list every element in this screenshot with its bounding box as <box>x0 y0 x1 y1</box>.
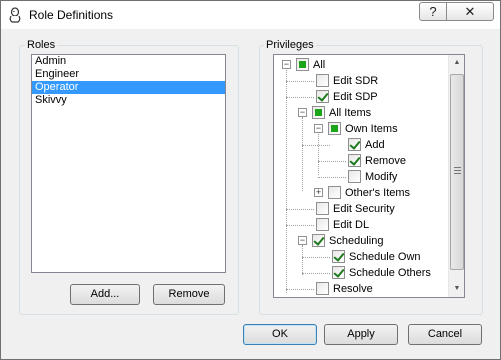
checkbox-scheduling[interactable] <box>312 234 325 247</box>
checkbox-resolve[interactable] <box>316 282 329 295</box>
checkbox-edit-sdr[interactable] <box>316 74 329 87</box>
grip-line <box>454 167 461 168</box>
tree-node-remove[interactable]: Remove <box>274 153 449 169</box>
role-item-label: Skivvy <box>35 94 67 106</box>
checkbox-edit-sdp[interactable] <box>316 90 329 103</box>
tree-node-label: Schedule Own <box>349 251 421 263</box>
tree-node-resolve[interactable]: Resolve <box>274 281 449 297</box>
tree-node-label: Other's Items <box>345 187 411 199</box>
tree-node-others-items[interactable]: + Other's Items <box>274 185 449 201</box>
tree-node-edit-sdp[interactable]: Edit SDP <box>274 89 449 105</box>
tree-node-own-items[interactable]: − Own Items <box>274 121 449 137</box>
tree-node-label: Edit Security <box>333 203 395 215</box>
collapse-icon[interactable]: − <box>314 124 323 133</box>
checkbox-modify[interactable] <box>348 170 361 183</box>
tree-node-schedule-others[interactable]: Schedule Others <box>274 265 449 281</box>
tree-node-label: Own Items <box>345 123 398 135</box>
tree-vertical-scrollbar[interactable]: ▲ ▼ <box>448 55 464 297</box>
collapse-icon[interactable]: − <box>298 236 307 245</box>
scroll-thumb[interactable] <box>450 74 464 270</box>
role-item-operator[interactable]: Operator <box>32 81 225 94</box>
privileges-tree[interactable]: − All Edit SDR Edit SDP − All Items − Ow… <box>273 54 465 298</box>
tree-node-modify[interactable]: Modify <box>274 169 449 185</box>
cancel-button[interactable]: Cancel <box>408 324 482 345</box>
checkbox-remove[interactable] <box>348 154 361 167</box>
window-title: Role Definitions <box>29 8 114 22</box>
tree-node-all[interactable]: − All <box>274 57 449 73</box>
tree-node-label: Edit DL <box>333 219 370 231</box>
grip-line <box>454 170 461 171</box>
tree-node-scheduling[interactable]: − Scheduling <box>274 233 449 249</box>
checkbox-others-items[interactable] <box>328 186 341 199</box>
tree-node-label: Schedule Others <box>349 267 431 279</box>
tree-node-label: Add <box>365 139 385 151</box>
tree-node-label: Resolve <box>333 283 373 295</box>
checkbox-schedule-own[interactable] <box>332 250 345 263</box>
tree-node-edit-sdr[interactable]: Edit SDR <box>274 73 449 89</box>
tree-node-label: Remove <box>365 155 406 167</box>
close-icon: ✕ <box>464 4 476 19</box>
tree-node-label: Scheduling <box>329 235 384 247</box>
tree-node-label: Edit SDP <box>333 91 378 103</box>
checkbox-schedule-others[interactable] <box>332 266 345 279</box>
tree-node-add[interactable]: Add <box>274 137 449 153</box>
add-role-button[interactable]: Add... <box>70 284 140 305</box>
role-item-label: Engineer <box>35 68 80 80</box>
expand-icon[interactable]: + <box>314 188 323 197</box>
tree-node-label: All <box>313 59 326 71</box>
remove-role-button[interactable]: Remove <box>153 284 225 305</box>
checkbox-all-items[interactable] <box>312 106 325 119</box>
tree-node-edit-security[interactable]: Edit Security <box>274 201 449 217</box>
privileges-group-label: Privileges <box>264 39 316 51</box>
grip-line <box>454 173 461 174</box>
ok-button[interactable]: OK <box>243 324 317 345</box>
tree-node-all-items[interactable]: − All Items <box>274 105 449 121</box>
scroll-down-icon[interactable]: ▼ <box>449 281 465 297</box>
checkbox-edit-dl[interactable] <box>316 218 329 231</box>
roles-group-label: Roles <box>25 39 58 51</box>
checkbox-add[interactable] <box>348 138 361 151</box>
role-item-admin[interactable]: Admin <box>32 55 225 68</box>
collapse-icon[interactable]: − <box>298 108 307 117</box>
title-bar: Role Definitions ? ✕ <box>1 1 500 29</box>
tree-node-label: All Items <box>329 107 372 119</box>
tree-node-label: Modify <box>365 171 398 183</box>
close-button[interactable]: ✕ <box>446 2 494 21</box>
tree-node-label: Edit SDR <box>333 75 379 87</box>
role-item-label: Operator <box>35 81 79 93</box>
role-item-engineer[interactable]: Engineer <box>32 68 225 81</box>
checkbox-all[interactable] <box>296 58 309 71</box>
role-definitions-dialog: Role Definitions ? ✕ Roles Admin Enginee… <box>0 0 501 360</box>
tree-node-schedule-own[interactable]: Schedule Own <box>274 249 449 265</box>
scroll-up-icon[interactable]: ▲ <box>449 55 465 71</box>
roles-listbox[interactable]: Admin Engineer Operator Skivvy <box>31 54 226 273</box>
role-item-skivvy[interactable]: Skivvy <box>32 94 225 107</box>
collapse-icon[interactable]: − <box>282 60 291 69</box>
tree-node-edit-dl[interactable]: Edit DL <box>274 217 449 233</box>
role-item-label: Admin <box>35 55 67 67</box>
checkbox-edit-security[interactable] <box>316 202 329 215</box>
help-button[interactable]: ? <box>419 2 447 21</box>
app-icon <box>9 7 21 23</box>
help-icon: ? <box>429 4 437 19</box>
checkbox-own-items[interactable] <box>328 122 341 135</box>
apply-button[interactable]: Apply <box>324 324 398 345</box>
